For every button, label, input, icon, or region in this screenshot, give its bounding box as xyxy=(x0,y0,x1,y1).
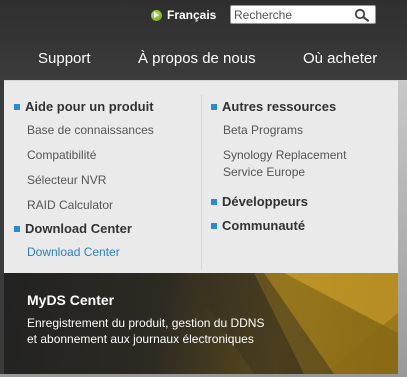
search-input[interactable] xyxy=(234,7,352,22)
main-nav: Support À propos de nous Où acheter xyxy=(0,50,407,70)
search-icon[interactable] xyxy=(354,8,370,22)
download-center-heading: Download Center xyxy=(14,221,132,236)
support-dropdown-panel: Aide pour un produit Base de connaissanc… xyxy=(4,80,398,273)
other-resources-heading: Autres ressources xyxy=(211,99,336,114)
myds-center-banner[interactable]: MyDS Center Enregistrement du produit, g… xyxy=(4,273,398,374)
link-nvr-selector[interactable]: Sélecteur NVR xyxy=(27,172,106,188)
bullet-icon xyxy=(211,222,217,229)
bullet-icon xyxy=(14,225,20,232)
link-download-center[interactable]: Download Center xyxy=(27,244,120,260)
language-selector[interactable]: Français xyxy=(151,7,216,23)
search-box xyxy=(230,5,376,24)
bullet-icon xyxy=(14,103,20,110)
link-beta-programs[interactable]: Beta Programs xyxy=(223,122,303,138)
top-header: Français Support À propos de nous Où ach… xyxy=(0,0,407,80)
banner-title: MyDS Center xyxy=(27,292,115,308)
link-compatibility[interactable]: Compatibilité xyxy=(27,147,96,163)
link-synology-replacement[interactable]: Synology Replacement xyxy=(223,147,346,163)
nav-where-to-buy[interactable]: Où acheter xyxy=(303,50,377,67)
community-heading[interactable]: Communauté xyxy=(211,218,305,233)
nav-about-us[interactable]: À propos de nous xyxy=(138,50,256,67)
banner-description: Enregistrement du produit, gestion du DD… xyxy=(27,316,265,346)
nav-support[interactable]: Support xyxy=(38,50,91,67)
link-knowledge-base[interactable]: Base de connaissances xyxy=(27,122,154,138)
developers-heading[interactable]: Développeurs xyxy=(211,194,308,209)
bullet-icon xyxy=(211,103,217,110)
bullet-icon xyxy=(211,198,217,205)
language-label: Français xyxy=(167,8,217,22)
language-arrow-icon xyxy=(151,9,162,21)
link-raid-calculator[interactable]: RAID Calculator xyxy=(27,197,113,213)
link-service-europe[interactable]: Service Europe xyxy=(223,164,305,180)
product-help-heading: Aide pour un produit xyxy=(14,99,154,114)
column-divider xyxy=(201,95,202,270)
background-page-edge xyxy=(398,80,407,377)
